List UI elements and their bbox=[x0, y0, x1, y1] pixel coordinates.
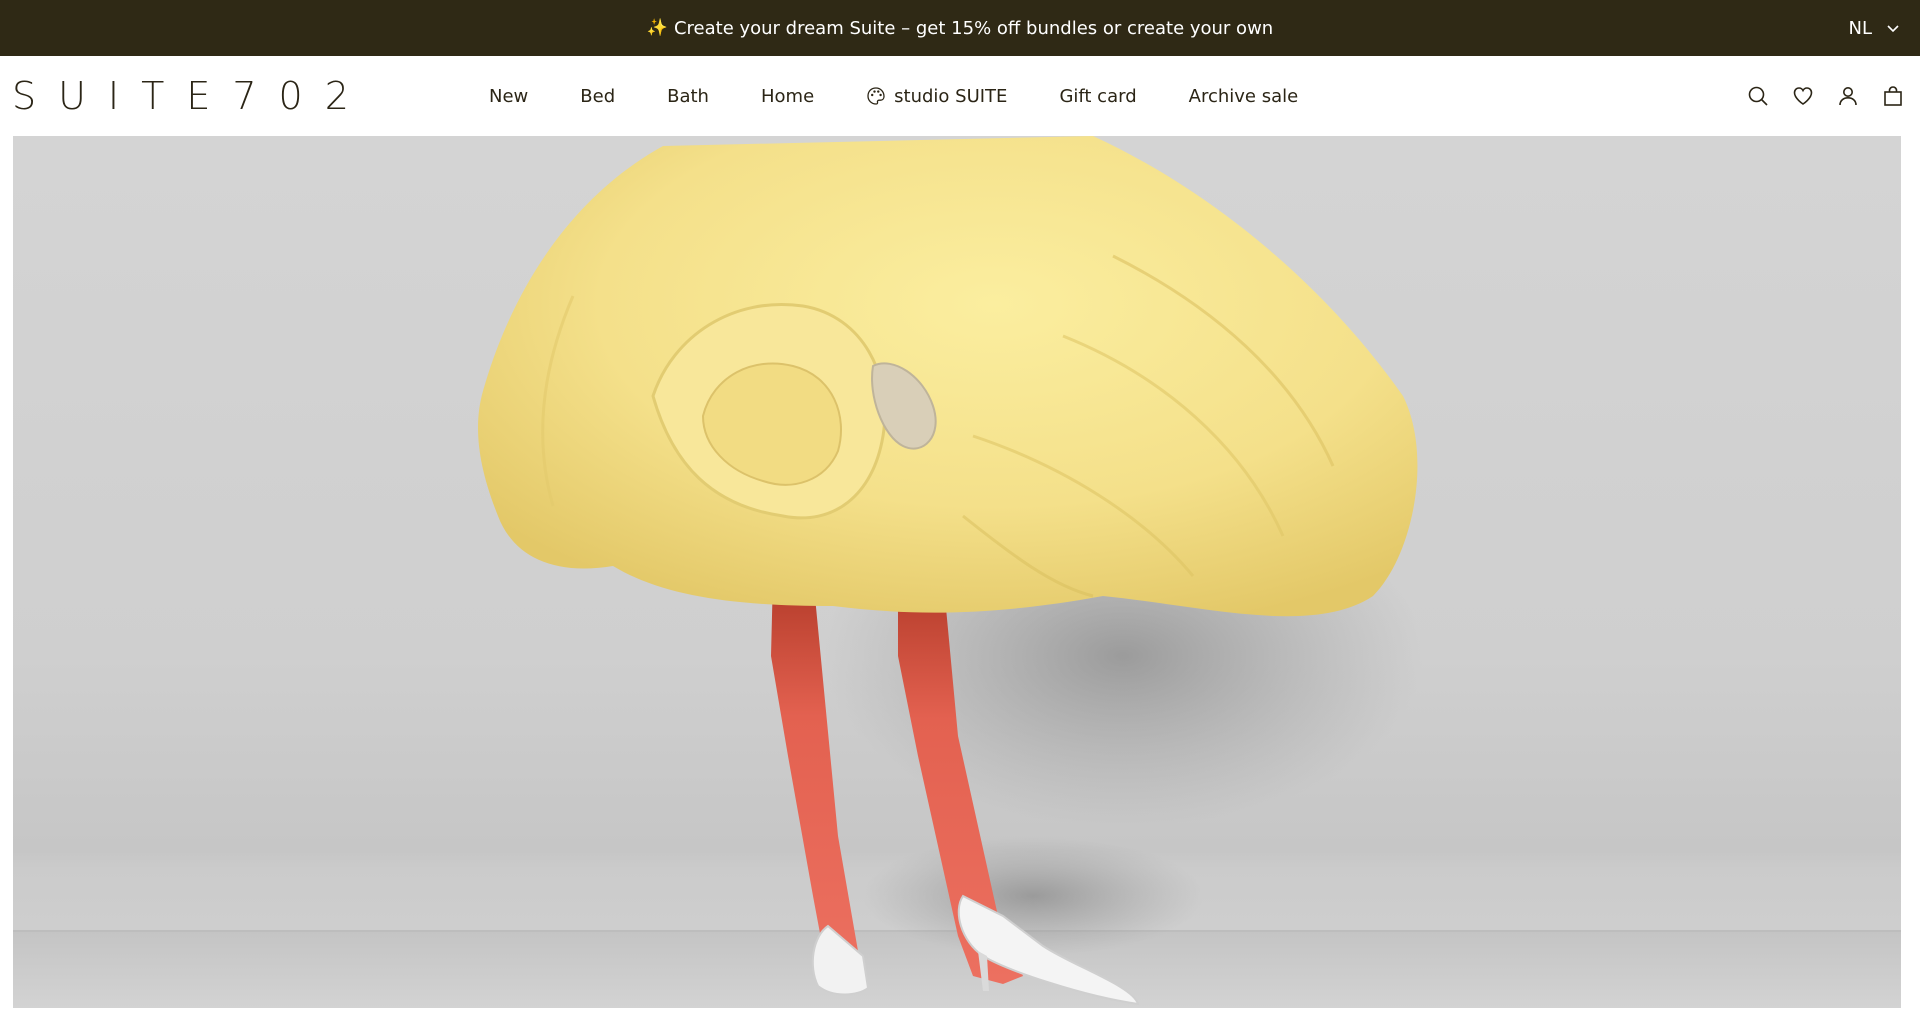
nav-item-label: Gift card bbox=[1059, 85, 1137, 107]
brand-logo[interactable]: SUITE702 bbox=[12, 74, 371, 118]
chevron-down-icon bbox=[1887, 25, 1899, 33]
nav-item-new[interactable]: New bbox=[489, 86, 528, 107]
nav-item-gift-card[interactable]: Gift card bbox=[1059, 86, 1136, 107]
nav-item-archive-sale[interactable]: Archive sale bbox=[1189, 86, 1299, 107]
nav-item-bed[interactable]: Bed bbox=[580, 86, 615, 107]
palette-icon bbox=[867, 87, 885, 105]
language-label: NL bbox=[1848, 17, 1873, 39]
user-icon[interactable] bbox=[1837, 85, 1859, 107]
site-header: SUITE702 New Bed Bath Home studio SUITE … bbox=[0, 56, 1920, 136]
language-selector[interactable]: NL bbox=[1849, 0, 1901, 56]
nav-item-label: Archive sale bbox=[1188, 85, 1299, 107]
nav-item-label: Bath bbox=[667, 85, 709, 107]
nav-item-studio-suite[interactable]: studio SUITE bbox=[866, 86, 1007, 107]
nav-item-label: Bed bbox=[580, 85, 616, 107]
bag-icon[interactable] bbox=[1882, 85, 1904, 107]
nav-item-bath[interactable]: Bath bbox=[667, 86, 709, 107]
sparkles-icon: ✨ bbox=[646, 18, 668, 38]
nav-item-home[interactable]: Home bbox=[761, 86, 814, 107]
search-icon[interactable] bbox=[1747, 85, 1769, 107]
main-nav: New Bed Bath Home studio SUITE Gift card… bbox=[489, 56, 1298, 136]
announcement-bar: ✨ Create your dream Suite – get 15% off … bbox=[0, 0, 1920, 56]
header-icons bbox=[1747, 56, 1904, 136]
announcement-text[interactable]: Create your dream Suite – get 15% off bu… bbox=[674, 18, 1273, 39]
nav-item-label: Home bbox=[760, 85, 815, 107]
nav-item-label: studio SUITE bbox=[894, 85, 1008, 107]
hero-image[interactable] bbox=[13, 136, 1901, 1008]
nav-item-label: New bbox=[489, 85, 529, 107]
hero-illustration bbox=[13, 136, 1901, 1008]
heart-icon[interactable] bbox=[1792, 85, 1814, 107]
